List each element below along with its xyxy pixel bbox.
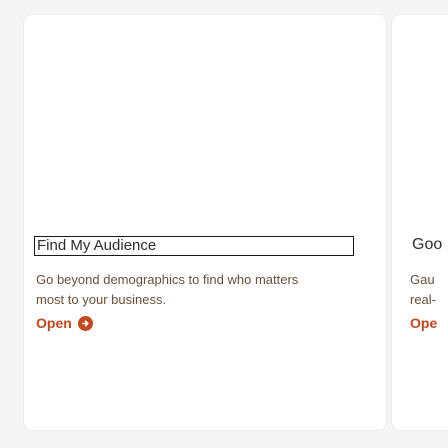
card-description: Gau real- (410, 270, 448, 310)
open-label: Open (36, 315, 72, 331)
open-label: Ope (410, 315, 438, 331)
card-title: Find My Audience (34, 236, 354, 256)
card-description: Go beyond demographics to find who matte… (36, 272, 299, 307)
open-link[interactable]: Open (36, 315, 93, 331)
find-my-audience-card[interactable]: Find My Audience Go beyond demographics … (24, 15, 386, 430)
card-description-line: real- (410, 292, 437, 307)
open-link[interactable]: Ope (410, 315, 437, 331)
card-description-line: Gau (410, 272, 435, 287)
tool-cards-viewport: Find My Audience Go beyond demographics … (0, 0, 448, 448)
second-tool-card[interactable]: Goo Gau real- Ope (392, 15, 448, 430)
arrow-right-circle-icon (77, 315, 93, 331)
card-title: Goo (412, 236, 443, 253)
